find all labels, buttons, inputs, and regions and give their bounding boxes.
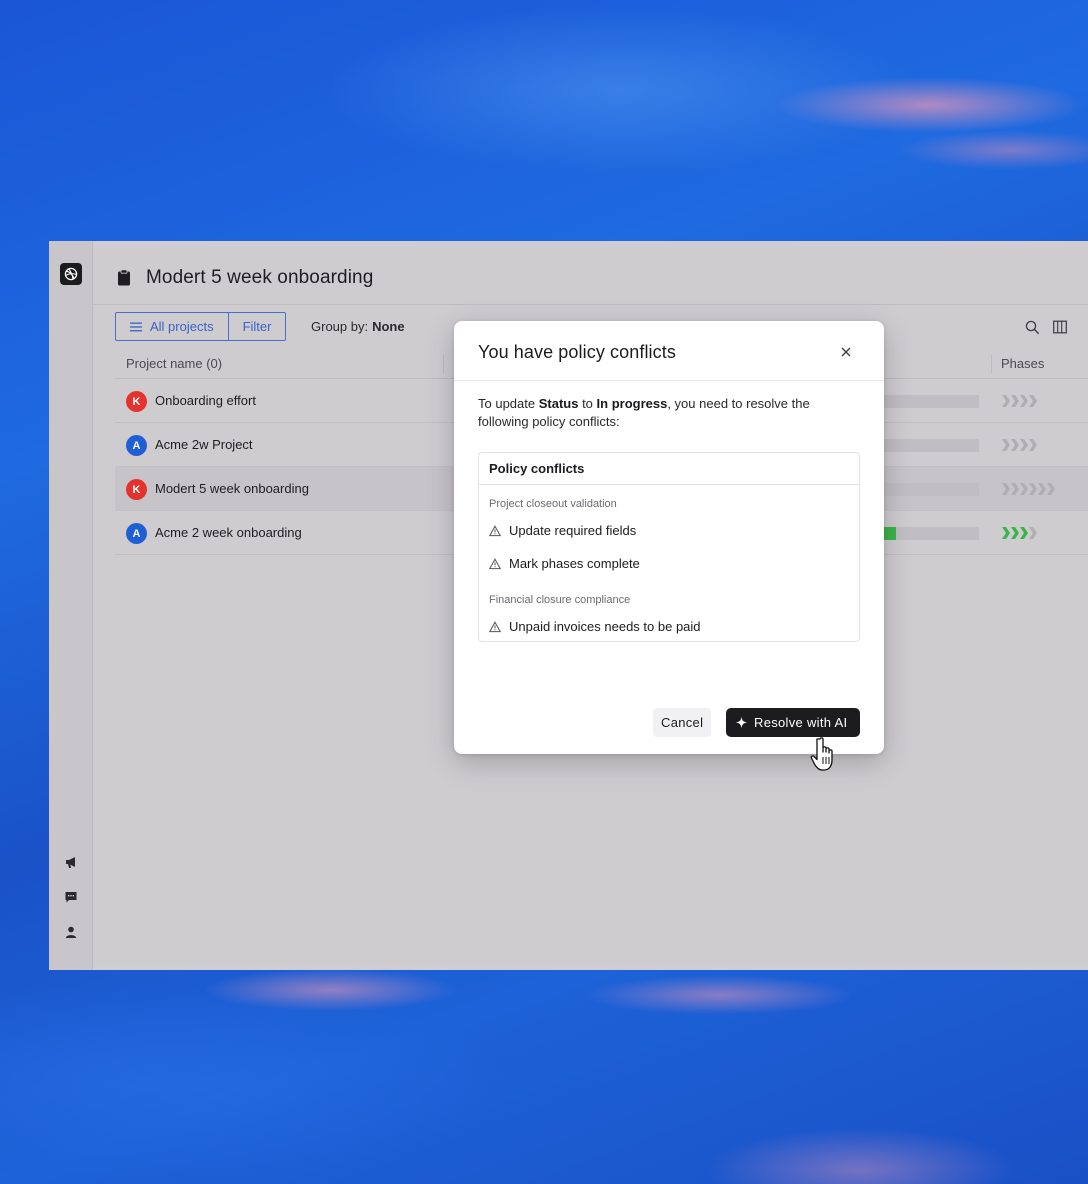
conflict-group-label: Project closeout validation [489,498,617,510]
progress-bar [875,395,979,408]
conflict-item-label: Update required fields [509,523,637,538]
list-icon [130,322,142,331]
phase-chevron [1029,395,1037,407]
conflict-item[interactable]: Unpaid invoices needs to be paid [489,619,701,634]
phase-chevron [1011,395,1019,407]
search-icon[interactable] [1025,320,1040,335]
conflict-item[interactable]: Update required fields [489,523,636,538]
phase-chevron [1029,439,1037,451]
dialog-description: To update Status to In progress, you nee… [478,395,860,431]
user-icon [65,926,77,938]
phase-chevron [1002,483,1010,495]
dialog-divider [454,380,884,381]
desc-value: In progress [596,396,668,411]
announcements-button[interactable] [63,854,79,870]
phase-chevron [1047,483,1055,495]
policy-conflicts-card: Policy conflicts Project closeout valida… [478,452,860,642]
dialog-title: You have policy conflicts [478,342,676,362]
chat-button[interactable] [63,889,79,905]
column-divider [443,355,444,373]
clipboard-icon [118,269,130,286]
column-divider [991,355,992,373]
chat-icon [65,892,77,903]
hand-cursor-icon [810,737,833,771]
phases-indicator[interactable] [1001,438,1041,452]
phase-chevron [1020,527,1028,539]
app-logo[interactable] [60,263,82,285]
close-button[interactable] [836,342,856,362]
progress-bar [875,527,979,540]
project-name[interactable]: Acme 2 week onboarding [155,525,302,540]
phases-indicator[interactable] [1001,526,1041,540]
conflict-item-label: Unpaid invoices needs to be paid [509,619,701,634]
project-avatar: K [126,391,147,412]
phases-indicator[interactable] [1001,394,1041,408]
all-projects-label: All projects [150,319,214,334]
column-header-project-name[interactable]: Project name (0) [126,356,222,371]
desc-mid: to [578,396,597,411]
group-by-value: None [372,319,405,334]
policy-conflicts-dialog: You have policy conflicts To update Stat… [454,321,884,754]
phase-chevron [1002,395,1010,407]
phase-chevron [1038,483,1046,495]
columns-icon[interactable] [1053,320,1067,334]
megaphone-icon [66,857,75,868]
phase-chevron [1020,439,1028,451]
dribbble-ball-icon [64,267,78,281]
project-name[interactable]: Modert 5 week onboarding [155,481,309,496]
filter-label: Filter [242,319,272,334]
phase-chevron [1011,483,1019,495]
profile-button[interactable] [63,924,79,940]
sparkle-icon [735,716,748,729]
phase-chevron [1020,395,1028,407]
warning-triangle-icon [489,620,501,632]
column-header-phases[interactable]: Phases [1001,356,1044,371]
card-title: Policy conflicts [479,453,859,485]
project-avatar: K [126,479,147,500]
resolve-with-ai-label: Resolve with AI [754,715,848,730]
phase-chevron [1029,483,1037,495]
project-name[interactable]: Acme 2w Project [155,437,253,452]
desc-prefix: To update [478,396,539,411]
cancel-button[interactable]: Cancel [653,708,712,737]
close-icon [841,347,851,357]
conflict-group-label: Financial closure compliance [489,594,631,606]
conflict-item-label: Mark phases complete [509,556,640,571]
group-by-label: Group by: [311,319,369,334]
desc-field: Status [538,396,579,411]
project-name[interactable]: Onboarding effort [155,393,256,408]
conflict-item[interactable]: Mark phases complete [489,556,640,571]
phase-chevron [1020,483,1028,495]
all-projects-button[interactable]: All projects [116,313,228,340]
filter-button[interactable]: Filter [227,313,286,340]
progress-bar [875,439,979,452]
warning-triangle-icon [489,557,501,569]
project-avatar: A [126,435,147,456]
left-rail [49,241,93,970]
phase-chevron [1011,439,1019,451]
resolve-with-ai-button[interactable]: Resolve with AI [726,708,860,737]
warning-triangle-icon [489,524,501,536]
progress-bar [875,483,979,496]
phase-chevron [1002,527,1010,539]
page-title: Modert 5 week onboarding [146,267,374,288]
phase-chevron [1011,527,1019,539]
phase-chevron [1029,527,1037,539]
group-by-control[interactable]: Group by: None [311,319,405,334]
project-avatar: A [126,523,147,544]
view-segmented-control: All projects Filter [115,312,287,341]
phase-chevron [1002,439,1010,451]
phases-indicator[interactable] [1001,482,1059,496]
page-header: Modert 5 week onboarding [93,247,1088,305]
